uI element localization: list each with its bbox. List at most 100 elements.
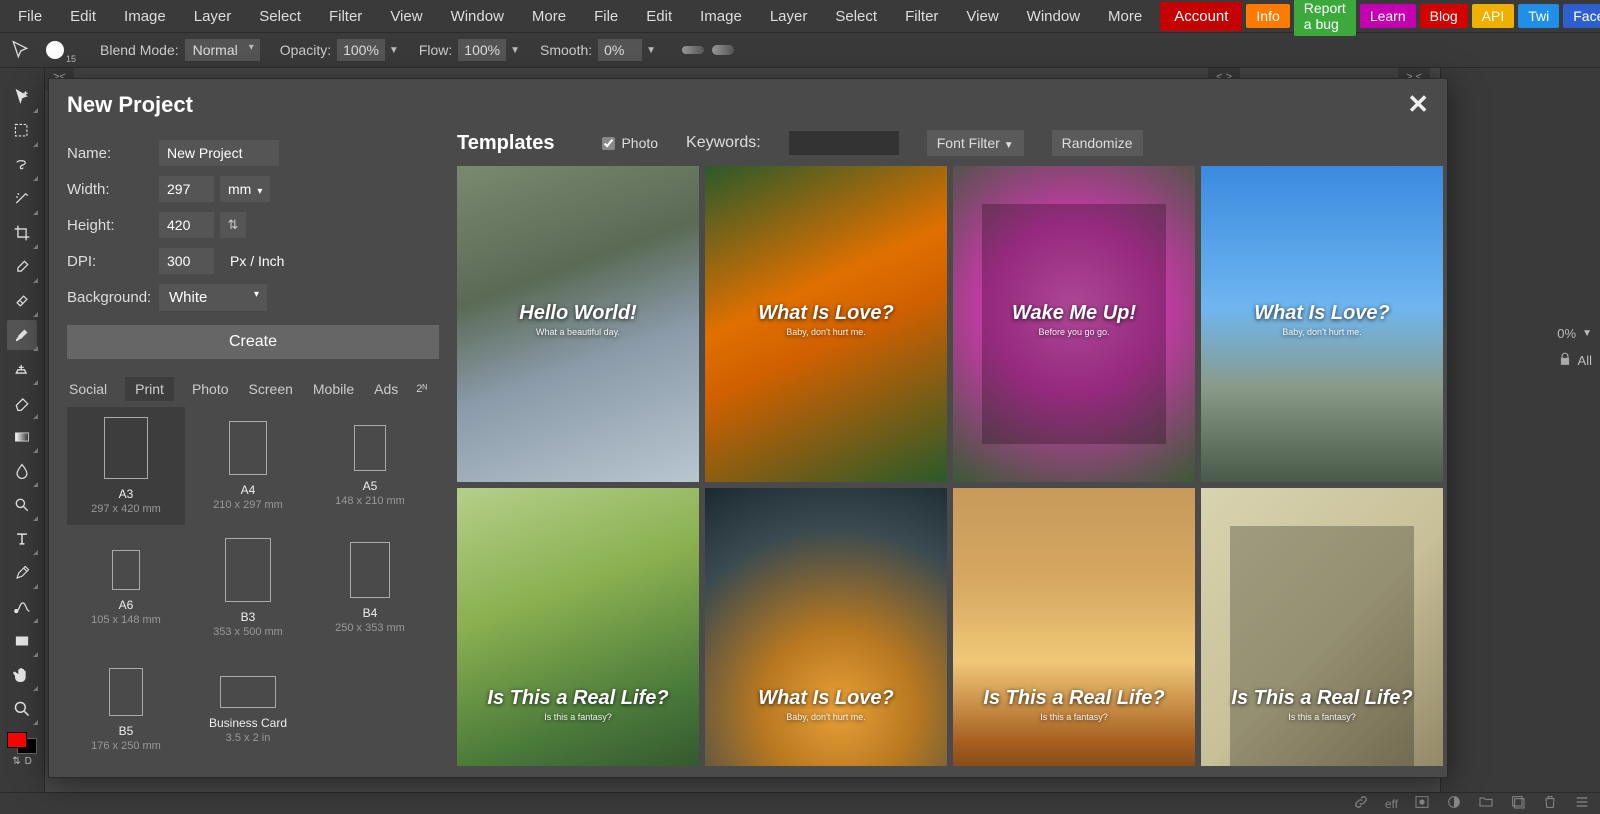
preset-a3[interactable]: A3297 x 420 mm [67, 407, 185, 525]
tool-crop[interactable] [7, 218, 37, 248]
menu-filter[interactable]: Filter [891, 2, 952, 31]
preset-b4[interactable]: B4250 x 353 mm [311, 529, 429, 647]
tool-type[interactable] [7, 524, 37, 554]
background-select[interactable]: White [159, 284, 267, 311]
width-unit-select[interactable]: mm [220, 176, 270, 202]
menu-layer[interactable]: Layer [756, 2, 822, 31]
swap-dimensions-button[interactable]: ⇅ [220, 212, 246, 238]
opacity-dropdown-icon[interactable]: ▼ [389, 45, 399, 56]
preset-b5[interactable]: B5176 x 250 mm [67, 651, 185, 769]
menu-account[interactable]: Account [1160, 2, 1242, 31]
template-card-2[interactable]: Wake Me Up!Before you go go. [953, 166, 1195, 482]
preset-b3[interactable]: B3353 x 500 mm [189, 529, 307, 647]
link-info[interactable]: Info [1246, 4, 1289, 28]
folder-icon[interactable] [1478, 794, 1494, 813]
link-facebook[interactable]: Facebook [1563, 4, 1600, 28]
close-button[interactable]: ✕ [1407, 89, 1429, 120]
create-button[interactable]: Create [67, 325, 439, 359]
link-twi[interactable]: Twi [1518, 4, 1559, 28]
opacity-value[interactable]: 100% [337, 39, 385, 61]
blend-mode-select[interactable]: Normal [185, 39, 260, 61]
adjustment-icon[interactable] [1446, 794, 1462, 813]
mask-icon[interactable] [1414, 794, 1430, 813]
template-card-0[interactable]: Hello World!What a beautiful day. [457, 166, 699, 482]
template-card-3[interactable]: What Is Love?Baby, don't hurt me. [1201, 166, 1443, 482]
cat-screen[interactable]: Screen [247, 377, 295, 401]
menu-window[interactable]: Window [437, 2, 518, 31]
tool-zoom[interactable] [7, 694, 37, 724]
menu-file[interactable]: File [580, 2, 632, 31]
template-card-5[interactable]: What Is Love?Baby, don't hurt me. [705, 488, 947, 766]
template-card-4[interactable]: Is This a Real Life?Is this a fantasy? [457, 488, 699, 766]
cat-photo[interactable]: Photo [190, 377, 231, 401]
panel-lock-icon[interactable] [1558, 352, 1572, 369]
tool-move[interactable]: + [7, 82, 37, 112]
randomize-button[interactable]: Randomize [1052, 130, 1143, 156]
dpi-input[interactable] [159, 248, 214, 274]
default-colors-icon[interactable]: D [25, 756, 32, 767]
link-icon[interactable] [1353, 794, 1369, 813]
photo-checkbox[interactable]: Photo [602, 135, 658, 151]
menu-image[interactable]: Image [686, 2, 756, 31]
menu-filter[interactable]: Filter [315, 2, 376, 31]
cat-more[interactable]: 2ᴺ [416, 383, 427, 395]
cat-ads[interactable]: Ads [372, 377, 400, 401]
brush-preview-icon[interactable] [46, 41, 64, 59]
height-input[interactable] [159, 212, 214, 238]
template-card-6[interactable]: Is This a Real Life?Is this a fantasy? [953, 488, 1195, 766]
tool-marquee[interactable] [7, 116, 37, 146]
tool-blur[interactable] [7, 456, 37, 486]
link-api[interactable]: API [1472, 4, 1515, 28]
link-learn[interactable]: Learn [1360, 4, 1416, 28]
chevron-down-icon[interactable]: ▼ [1582, 328, 1592, 339]
preset-a6[interactable]: A6105 x 148 mm [67, 529, 185, 647]
tool-shape[interactable] [7, 626, 37, 656]
link-report-a-bug[interactable]: Report a bug [1294, 0, 1356, 36]
keywords-input[interactable] [789, 131, 899, 155]
tool-brush[interactable] [7, 320, 37, 350]
preset-a5[interactable]: A5148 x 210 mm [311, 407, 429, 525]
template-card-1[interactable]: What Is Love?Baby, don't hurt me. [705, 166, 947, 482]
preset-business-card[interactable]: Business Card3.5 x 2 in [189, 651, 307, 769]
tool-hand[interactable] [7, 660, 37, 690]
menu-file[interactable]: File [4, 2, 56, 31]
link-blog[interactable]: Blog [1420, 4, 1468, 28]
color-swatch[interactable] [7, 732, 37, 754]
eff-label[interactable]: eff [1385, 797, 1398, 811]
panel-lock-all[interactable]: All [1578, 353, 1592, 368]
new-layer-icon[interactable] [1510, 794, 1526, 813]
menu-view[interactable]: View [376, 2, 436, 31]
panel-opacity-value[interactable]: 0% [1557, 326, 1576, 341]
tool-lasso[interactable] [7, 150, 37, 180]
menu-edit[interactable]: Edit [632, 2, 686, 31]
menu-select[interactable]: Select [821, 2, 891, 31]
menu-window[interactable]: Window [1013, 2, 1094, 31]
tool-heal[interactable] [7, 286, 37, 316]
tool-clone[interactable] [7, 354, 37, 384]
cat-social[interactable]: Social [67, 377, 109, 401]
flow-dropdown-icon[interactable]: ▼ [510, 45, 520, 56]
name-input[interactable] [159, 140, 279, 166]
preset-a4[interactable]: A4210 x 297 mm [189, 407, 307, 525]
menu-layer[interactable]: Layer [180, 2, 246, 31]
menu-view[interactable]: View [952, 2, 1012, 31]
template-card-7[interactable]: Is This a Real Life?Is this a fantasy? [1201, 488, 1443, 766]
swap-colors-icon[interactable]: ⇅ [12, 756, 20, 767]
tool-gradient[interactable] [7, 422, 37, 452]
menu-edit[interactable]: Edit [56, 2, 110, 31]
tool-eyedrop[interactable] [7, 252, 37, 282]
flow-value[interactable]: 100% [458, 39, 506, 61]
tool-pen[interactable] [7, 558, 37, 588]
tool-wand[interactable] [7, 184, 37, 214]
smooth-value[interactable]: 0% [598, 39, 642, 61]
menu-icon[interactable] [1574, 794, 1590, 813]
cat-mobile[interactable]: Mobile [311, 377, 356, 401]
menu-image[interactable]: Image [110, 2, 180, 31]
cat-print[interactable]: Print [125, 377, 174, 401]
tool-path[interactable] [7, 592, 37, 622]
tool-eraser[interactable] [7, 388, 37, 418]
font-filter-button[interactable]: Font Filter▼ [927, 130, 1024, 156]
width-input[interactable] [159, 176, 214, 202]
tool-dodge[interactable] [7, 490, 37, 520]
menu-more[interactable]: More [518, 2, 580, 31]
